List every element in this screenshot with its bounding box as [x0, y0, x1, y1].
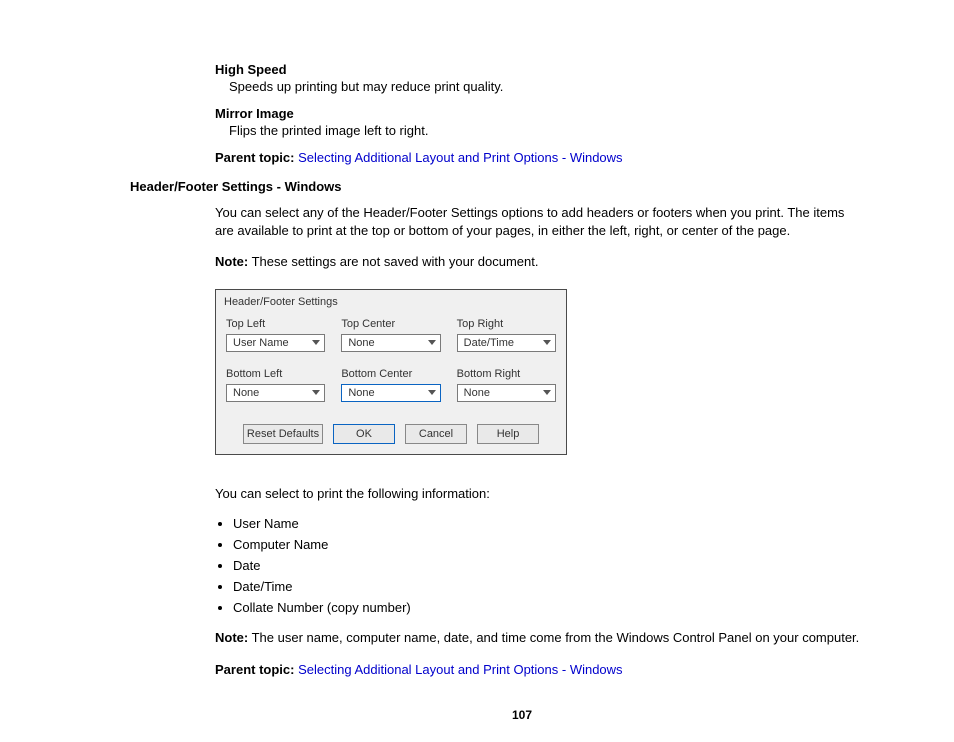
list-item: Collate Number (copy number) [233, 600, 914, 615]
select-bottom-left[interactable]: None [226, 384, 325, 402]
parent-topic-label-2: Parent topic: [215, 662, 294, 677]
select-top-right-value: Date/Time [464, 337, 514, 349]
select-bottom-center[interactable]: None [341, 384, 440, 402]
chevron-down-icon [543, 339, 551, 347]
chevron-down-icon [312, 389, 320, 397]
page-number: 107 [130, 708, 914, 722]
label-bottom-center: Bottom Center [341, 368, 440, 380]
note-text-1: These settings are not saved with your d… [248, 254, 538, 269]
select-top-left[interactable]: User Name [226, 334, 325, 352]
list-item: Date/Time [233, 579, 914, 594]
section-heading: Header/Footer Settings - Windows [130, 179, 914, 194]
select-top-center[interactable]: None [341, 334, 440, 352]
cancel-button[interactable]: Cancel [405, 424, 467, 444]
info-list: User Name Computer Name Date Date/Time C… [215, 516, 914, 615]
reset-defaults-button[interactable]: Reset Defaults [243, 424, 323, 444]
parent-topic-link-1[interactable]: Selecting Additional Layout and Print Op… [298, 150, 622, 165]
label-top-left: Top Left [226, 318, 325, 330]
label-bottom-right: Bottom Right [457, 368, 556, 380]
select-top-left-value: User Name [233, 337, 289, 349]
select-bottom-center-value: None [348, 387, 374, 399]
label-top-right: Top Right [457, 318, 556, 330]
select-intro-text: You can select to print the following in… [215, 485, 864, 503]
note-label-2: Note: [215, 630, 248, 645]
note-label-1: Note: [215, 254, 248, 269]
select-bottom-left-value: None [233, 387, 259, 399]
header-footer-dialog: Header/Footer Settings Top Left Top Cent… [215, 289, 567, 455]
select-bottom-right[interactable]: None [457, 384, 556, 402]
dialog-title: Header/Footer Settings [216, 290, 566, 318]
label-bottom-left: Bottom Left [226, 368, 325, 380]
chevron-down-icon [428, 389, 436, 397]
label-top-center: Top Center [341, 318, 440, 330]
term-high-speed: High Speed [215, 62, 914, 77]
select-top-center-value: None [348, 337, 374, 349]
select-top-right[interactable]: Date/Time [457, 334, 556, 352]
term-mirror-image: Mirror Image [215, 106, 914, 121]
list-item: Computer Name [233, 537, 914, 552]
parent-topic-link-2[interactable]: Selecting Additional Layout and Print Op… [298, 662, 622, 677]
def-mirror-image: Flips the printed image left to right. [229, 123, 914, 138]
chevron-down-icon [428, 339, 436, 347]
help-button[interactable]: Help [477, 424, 539, 444]
section-intro-para: You can select any of the Header/Footer … [215, 204, 864, 239]
ok-button[interactable]: OK [333, 424, 395, 444]
list-item: Date [233, 558, 914, 573]
parent-topic-label-1: Parent topic: [215, 150, 294, 165]
chevron-down-icon [312, 339, 320, 347]
select-bottom-right-value: None [464, 387, 490, 399]
chevron-down-icon [543, 389, 551, 397]
note-text-2: The user name, computer name, date, and … [248, 630, 859, 645]
def-high-speed: Speeds up printing but may reduce print … [229, 79, 914, 94]
list-item: User Name [233, 516, 914, 531]
